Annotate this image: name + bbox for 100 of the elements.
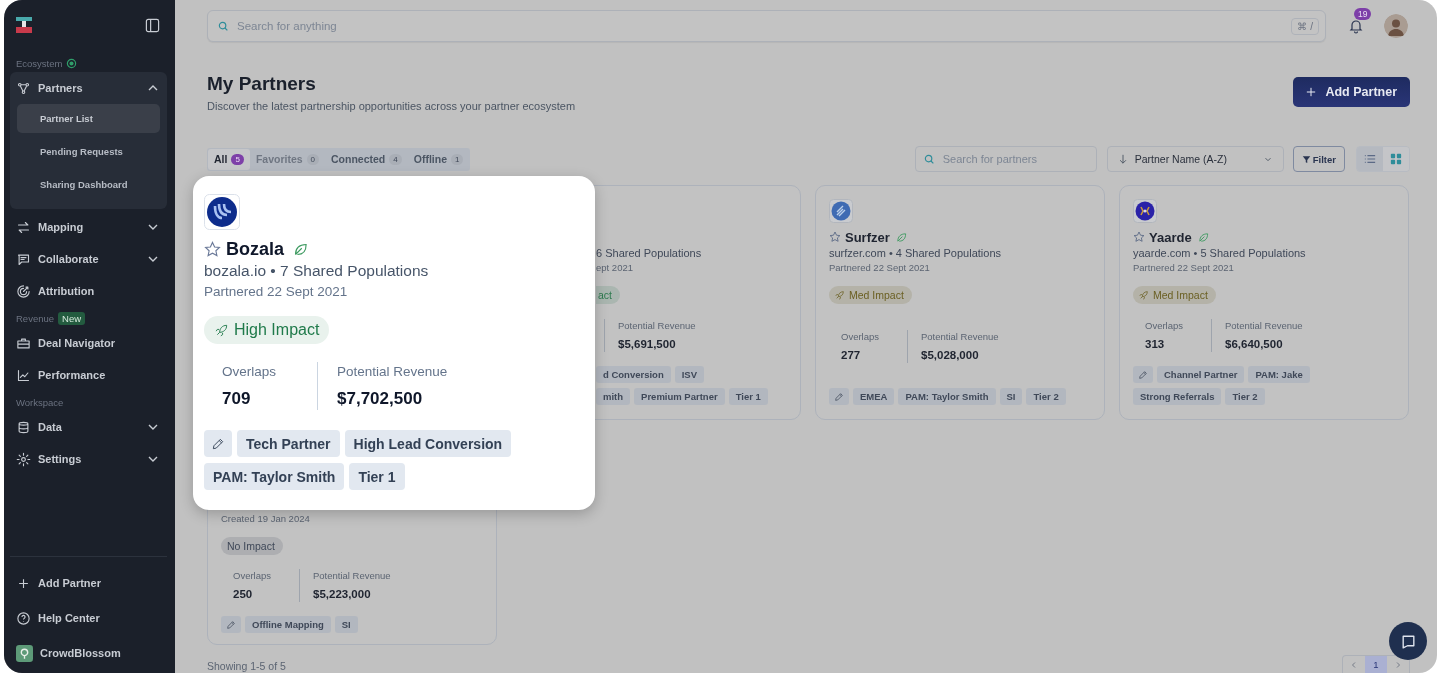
- nav-icon: [16, 283, 31, 299]
- nav-item[interactable]: Mapping: [10, 211, 167, 243]
- stat-value: 250: [233, 587, 254, 602]
- tag: Strong Referrals: [1133, 388, 1222, 405]
- partner-date: Created 19 Jan 2024: [221, 512, 311, 526]
- nav-item[interactable]: Attribution: [10, 275, 167, 307]
- grid-view-button[interactable]: [1383, 147, 1409, 171]
- tag: mith: [596, 388, 631, 405]
- stat-label: Overlaps: [233, 569, 272, 582]
- tag: Tier 1: [728, 388, 768, 405]
- impact-badge: Med Impact: [829, 286, 912, 304]
- filter-tab[interactable]: Offline 1: [407, 148, 470, 170]
- nav-subitem[interactable]: Sharing Dashboard: [17, 170, 160, 199]
- plus-icon: [1306, 87, 1317, 97]
- chevron-left-icon: [1350, 660, 1358, 669]
- nav-icon: [16, 335, 31, 351]
- partner-name[interactable]: Bozala: [226, 238, 285, 260]
- section-heading: Revenue: [16, 312, 55, 324]
- workspace-icon: [16, 644, 33, 662]
- tag: Tier 2: [1225, 388, 1265, 405]
- chat-button[interactable]: [1389, 622, 1427, 660]
- nav-icon: [16, 251, 31, 267]
- list-view-button[interactable]: [1357, 147, 1383, 171]
- partner-meta: surfzer.com • 4 Shared Populations: [829, 246, 1002, 261]
- tag: High Lead Conversion: [344, 430, 512, 457]
- page-subtitle: Discover the latest partnership opportunities across your partner ecosystem: [207, 99, 576, 114]
- tag: Offline Mapping: [245, 616, 331, 633]
- edit-tags-button[interactable]: [829, 388, 849, 405]
- nav-subitem[interactable]: Pending Requests: [17, 137, 160, 166]
- nav-item[interactable]: Add Partner: [10, 567, 167, 599]
- notification-bell-icon[interactable]: [1348, 18, 1364, 34]
- tag: EMEA: [853, 388, 895, 405]
- nav-item[interactable]: Deal Navigator: [10, 327, 167, 359]
- new-badge: New: [58, 311, 86, 325]
- shortcut-hint: ⌘ /: [1291, 17, 1319, 35]
- stat-value: 313: [1145, 336, 1166, 352]
- tag: Tier 2: [1026, 388, 1066, 405]
- stat-label: Potential Revenue: [1225, 318, 1303, 332]
- tag: Tier 1: [349, 463, 405, 490]
- partner-search-bar[interactable]: Search for partners: [914, 146, 1097, 172]
- nav-item[interactable]: Collaborate: [10, 243, 167, 275]
- edit-tags-button[interactable]: [204, 430, 232, 457]
- sort-dropdown[interactable]: Partner Name (A-Z): [1106, 146, 1284, 172]
- stat-label: Overlaps: [1145, 318, 1184, 332]
- rocket-icon: [1139, 290, 1149, 300]
- star-icon[interactable]: [1133, 231, 1145, 243]
- star-icon[interactable]: [829, 231, 841, 243]
- tag: Channel Partner: [1157, 366, 1245, 383]
- workspace-switcher[interactable]: CrowdBlossom: [10, 637, 167, 669]
- logo-icon: [16, 17, 32, 33]
- partner-search-field[interactable]: Search for partners: [940, 152, 1088, 166]
- stat-label: Potential Revenue: [313, 569, 391, 582]
- section-heading: Workspace: [16, 396, 64, 408]
- chevron-right-icon: [1394, 660, 1402, 669]
- pencil-icon: [226, 619, 236, 630]
- list-icon: [1364, 153, 1376, 165]
- partner-name[interactable]: Yaarde: [1149, 229, 1192, 245]
- search-icon: [923, 153, 935, 165]
- logo-icon: [829, 199, 853, 223]
- pencil-icon: [834, 391, 844, 402]
- star-icon[interactable]: [204, 240, 221, 258]
- stat-value: $6,640,500: [1225, 336, 1284, 352]
- nav-item[interactable]: Performance: [10, 359, 167, 391]
- stat-value: 709: [222, 388, 252, 410]
- filter-tab[interactable]: All 5: [208, 148, 250, 170]
- stat-label: Potential Revenue: [618, 318, 696, 332]
- stat-value: $5,223,000: [313, 587, 372, 602]
- partner-date: Partnered 22 Sept 2021: [1133, 261, 1235, 275]
- add-partner-button[interactable]: Add Partner: [1293, 77, 1410, 107]
- sidebar-toggle-icon[interactable]: [145, 17, 160, 33]
- stat-label: Overlaps: [841, 329, 880, 343]
- stat-value: 277: [841, 347, 862, 363]
- avatar[interactable]: [1384, 14, 1408, 38]
- filter-tab[interactable]: Connected 4: [325, 148, 408, 170]
- stat-label: Overlaps: [222, 363, 278, 381]
- nav-icon: [16, 367, 31, 383]
- filter-button[interactable]: Filter: [1292, 146, 1345, 172]
- filter-icon: [1301, 154, 1311, 164]
- nav-subitem[interactable]: Partner List: [17, 104, 160, 133]
- edit-tags-button[interactable]: [1133, 366, 1153, 383]
- nav-icon: [16, 80, 31, 96]
- results-count: Showing 1-5 of 5: [207, 660, 286, 673]
- partner-meta: 6 Shared Populations: [596, 246, 703, 261]
- impact-badge: act: [596, 286, 620, 304]
- nav-item[interactable]: Partners: [10, 72, 167, 104]
- nav-item[interactable]: Data: [10, 411, 167, 443]
- page-button[interactable]: 1: [1365, 656, 1387, 673]
- stat-value: $5,691,500: [618, 336, 677, 352]
- search-icon: [218, 20, 229, 32]
- tag: PAM: Taylor Smith: [204, 463, 345, 490]
- partner-name[interactable]: Surfzer: [845, 229, 890, 245]
- edit-tags-button[interactable]: [221, 616, 241, 633]
- nav-item[interactable]: Settings: [10, 443, 167, 475]
- nav-icon: [16, 451, 31, 467]
- impact-badge: Med Impact: [1133, 286, 1216, 304]
- notification-badge: 19: [1354, 8, 1372, 20]
- tag: SI: [334, 616, 358, 633]
- rocket-icon: [835, 290, 845, 300]
- nav-item[interactable]: Help Center: [10, 602, 167, 634]
- search-field[interactable]: Search for anything: [235, 19, 1292, 33]
